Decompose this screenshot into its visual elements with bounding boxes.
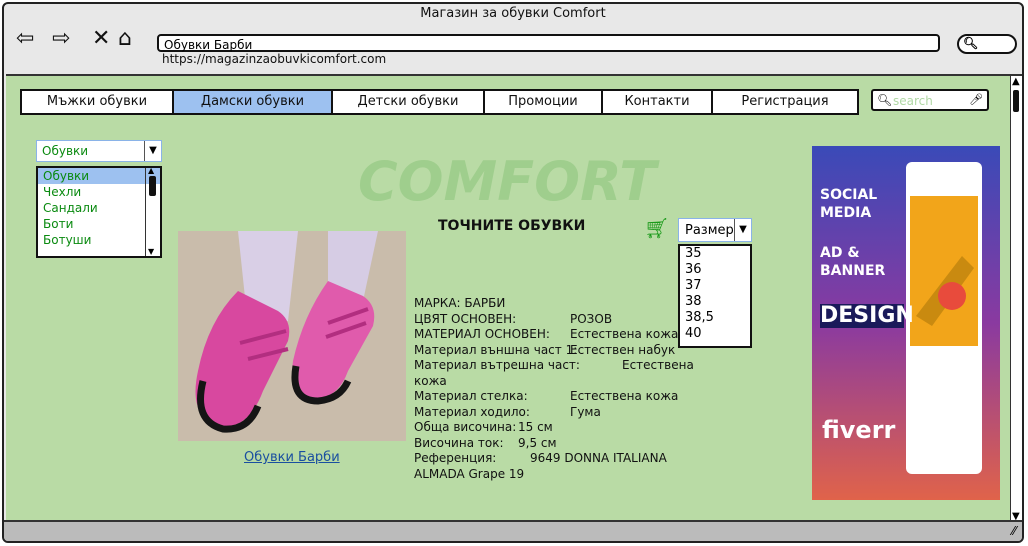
detail-value: 15 см <box>518 420 553 434</box>
detail-label: Обща височина: <box>414 420 517 434</box>
size-option[interactable]: 36 <box>680 262 750 278</box>
detail-row: кожа <box>414 374 704 390</box>
chevron-down-icon[interactable]: ▼ <box>144 141 161 161</box>
detail-label: Височина ток: <box>414 435 504 450</box>
scroll-thumb[interactable] <box>149 176 156 196</box>
cart-add-icon[interactable]: 🛒︎ <box>644 216 669 240</box>
detail-label: МАРКА: <box>414 296 461 310</box>
detail-label: Материал ходило: <box>414 404 530 419</box>
address-bar[interactable]: Обувки Барби <box>157 34 940 52</box>
product-image <box>178 231 406 441</box>
status-bar: ⁄⁄ <box>4 520 1022 541</box>
detail-value: БАРБИ <box>464 296 506 310</box>
close-icon[interactable]: ✕ <box>92 26 110 52</box>
window-title: Магазин за обувки Comfort <box>420 6 606 21</box>
size-option[interactable]: 37 <box>680 278 750 294</box>
browser-window: Магазин за обувки Comfort ⇦ ⇨ ✕ ⌂ Обувки… <box>2 2 1024 543</box>
scroll-up-icon[interactable]: ▲ <box>148 166 154 175</box>
nav-item-registration[interactable]: Регистрация <box>713 91 857 113</box>
detail-row: ALMADA Grape 19 <box>414 467 704 483</box>
scroll-thumb[interactable] <box>1013 90 1019 112</box>
list-item[interactable]: Ботуши <box>38 232 160 248</box>
ad-line-1: SOCIAL MEDIA <box>820 187 878 221</box>
nav-item-promotions[interactable]: Промоции <box>485 91 603 113</box>
category-list: Обувки Чехли Сандали Боти Ботуши ▲ ▼ <box>36 166 162 258</box>
detail-row: Материал вътрешна част: Естествена <box>414 358 704 374</box>
detail-row: Референция: 9649 DONNA ITALIANA <box>414 451 704 467</box>
nav-item-kids[interactable]: Детски обувки <box>333 91 485 113</box>
detail-value: Естествена кожа <box>570 389 679 403</box>
list-item[interactable]: Сандали <box>38 200 160 216</box>
search-icon: 🔍︎ <box>877 93 893 107</box>
search-placeholder: search <box>893 94 933 108</box>
detail-row: ЦВЯТ ОСНОВЕН: РОЗОВ <box>414 312 704 328</box>
product-heading: ТОЧНИТЕ ОБУВКИ <box>438 218 586 234</box>
scroll-down-icon[interactable]: ▼ <box>148 247 154 256</box>
nav-item-contacts[interactable]: Контакти <box>603 91 713 113</box>
detail-value: РОЗОВ <box>570 311 613 326</box>
detail-label: ALMADA Grape 19 <box>414 466 525 481</box>
detail-label: Материал външна част 1: <box>414 342 578 357</box>
product-details: МАРКА: БАРБИ ЦВЯТ ОСНОВЕН: РОЗОВ МАТЕРИАЛ… <box>414 296 704 482</box>
detail-row: Материал стелка: Естествена кожа <box>414 389 704 405</box>
detail-label: кожа <box>414 373 447 388</box>
list-item[interactable]: Чехли <box>38 184 160 200</box>
mic-icon[interactable]: 🎤︎ <box>969 91 983 109</box>
nav-item-mens[interactable]: Мъжки обувки <box>22 91 174 113</box>
page-content: Мъжки обувки Дамски обувки Детски обувки… <box>6 74 1010 522</box>
page-scrollbar[interactable]: ▲ ▼ <box>1010 74 1022 522</box>
site-search-input[interactable]: 🔍︎ search 🎤︎ <box>871 89 989 111</box>
nav-item-womens[interactable]: Дамски обувки <box>174 91 333 113</box>
search-icon: 🔍︎ <box>963 36 979 50</box>
list-item[interactable]: Обувки <box>38 168 160 184</box>
category-select[interactable]: Обувки ▼ <box>36 140 162 162</box>
size-select[interactable]: Размер ▼ <box>678 218 752 242</box>
category-selected: Обувки <box>42 144 89 158</box>
detail-value: Естествен набук <box>570 342 676 357</box>
scroll-up-icon[interactable]: ▲ <box>1012 76 1020 87</box>
detail-value: Естествена кожа <box>570 327 679 341</box>
detail-value: Гума <box>570 404 601 419</box>
browser-search-box[interactable]: 🔍︎ <box>957 34 1017 54</box>
detail-row: Материал външна част 1: Естествен набук <box>414 343 704 359</box>
back-icon[interactable]: ⇦ <box>16 26 34 52</box>
detail-row: МАРКА: БАРБИ <box>414 296 704 312</box>
ad-line-3: DESIGN <box>820 303 914 328</box>
site-logo: COMFORT <box>358 150 657 213</box>
resize-grip-icon[interactable]: ⁄⁄ <box>1012 524 1016 538</box>
ad-banner[interactable]: SOCIAL MEDIA AD & BANNER DESIGN fiverr <box>812 146 1000 500</box>
detail-label: Референция: <box>414 451 497 465</box>
chevron-down-icon[interactable]: ▼ <box>734 219 751 241</box>
forward-icon[interactable]: ⇨ <box>52 26 70 52</box>
size-label: Размер <box>685 223 734 238</box>
list-item[interactable]: Боти <box>38 216 160 232</box>
detail-row: Височина ток: 9,5 см <box>414 436 704 452</box>
size-option[interactable]: 35 <box>680 246 750 262</box>
detail-value: Естествена <box>622 358 694 372</box>
url-text: https://magazinzaobuvkicomfort.com <box>162 52 387 66</box>
list-scrollbar[interactable]: ▲ ▼ <box>145 166 160 256</box>
main-nav: Мъжки обувки Дамски обувки Детски обувки… <box>20 89 859 115</box>
detail-label: Материал стелка: <box>414 389 528 403</box>
detail-row: Обща височина: 15 см <box>414 420 704 436</box>
detail-label: ЦВЯТ ОСНОВЕН: <box>414 311 517 326</box>
home-icon[interactable]: ⌂ <box>118 26 132 52</box>
ad-line-2: AD & BANNER <box>820 245 886 279</box>
detail-value: 9649 DONNA ITALIANA <box>530 451 667 465</box>
detail-label: Материал вътрешна част: <box>414 358 580 372</box>
detail-row: МАТЕРИАЛ ОСНОВЕН: Естествена кожа <box>414 327 704 343</box>
ad-footer: fiverr <box>822 416 896 444</box>
detail-label: МАТЕРИАЛ ОСНОВЕН: <box>414 327 550 341</box>
detail-row: Материал ходило: Гума <box>414 405 704 421</box>
product-image-link[interactable]: Обувки Барби <box>244 450 340 465</box>
detail-value: 9,5 см <box>518 435 557 450</box>
